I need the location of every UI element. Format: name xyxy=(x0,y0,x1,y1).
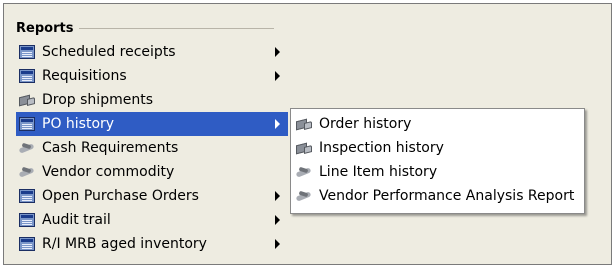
report-icon xyxy=(19,237,35,251)
po-history-submenu: Order history Inspection history Line It… xyxy=(290,108,585,214)
handshake-icon xyxy=(296,189,312,203)
reports-panel: Reports Scheduled receipts Requisitions … xyxy=(3,3,612,265)
submenu-arrow-icon xyxy=(275,215,280,225)
submenu-arrow-icon xyxy=(275,191,280,201)
reports-menu: Scheduled receipts Requisitions Drop shi… xyxy=(16,40,288,256)
menu-item-label: PO history xyxy=(42,116,115,132)
menu-item-label: Vendor commodity xyxy=(42,164,175,180)
menu-item-label: Cash Requirements xyxy=(42,140,179,156)
submenu-arrow-icon xyxy=(275,47,280,57)
handshake-icon xyxy=(296,165,312,179)
menu-item-scheduled-receipts[interactable]: Scheduled receipts xyxy=(16,40,288,64)
report-icon xyxy=(19,213,35,227)
submenu-item-label: Line Item history xyxy=(319,164,438,180)
menu-item-label: Drop shipments xyxy=(42,92,153,108)
menu-item-label: Requisitions xyxy=(42,68,127,84)
submenu-item-label: Order history xyxy=(319,116,412,132)
truck-icon xyxy=(296,117,312,131)
report-icon xyxy=(19,189,35,203)
handshake-icon xyxy=(19,141,35,155)
menu-item-drop-shipments[interactable]: Drop shipments xyxy=(16,88,288,112)
submenu-item-label: Vendor Performance Analysis Report xyxy=(319,188,575,204)
menu-item-ri-mrb-aged-inventory[interactable]: R/I MRB aged inventory xyxy=(16,232,288,256)
report-icon xyxy=(19,117,35,131)
submenu-arrow-icon xyxy=(275,239,280,249)
menu-item-label: Scheduled receipts xyxy=(42,44,176,60)
menu-item-audit-trail[interactable]: Audit trail xyxy=(16,208,288,232)
header-divider xyxy=(79,28,275,29)
menu-item-po-history[interactable]: PO history xyxy=(16,112,288,136)
menu-header: Reports xyxy=(16,21,275,36)
handshake-icon xyxy=(19,165,35,179)
submenu-item-order-history[interactable]: Order history xyxy=(291,112,584,136)
menu-item-label: Open Purchase Orders xyxy=(42,188,199,204)
menu-item-open-purchase-orders[interactable]: Open Purchase Orders xyxy=(16,184,288,208)
report-icon xyxy=(19,69,35,83)
submenu-item-line-item-history[interactable]: Line Item history xyxy=(291,160,584,184)
truck-icon xyxy=(296,141,312,155)
submenu-arrow-icon xyxy=(275,119,280,129)
menu-item-label: Audit trail xyxy=(42,212,111,228)
truck-icon xyxy=(19,93,35,107)
menu-item-cash-requirements[interactable]: Cash Requirements xyxy=(16,136,288,160)
menu-title: Reports xyxy=(16,21,74,36)
menu-item-requisitions[interactable]: Requisitions xyxy=(16,64,288,88)
submenu-item-label: Inspection history xyxy=(319,140,444,156)
submenu-item-vendor-performance-analysis-report[interactable]: Vendor Performance Analysis Report xyxy=(291,184,584,208)
menu-item-label: R/I MRB aged inventory xyxy=(42,236,207,252)
submenu-arrow-icon xyxy=(275,71,280,81)
submenu-item-inspection-history[interactable]: Inspection history xyxy=(291,136,584,160)
report-icon xyxy=(19,45,35,59)
menu-item-vendor-commodity[interactable]: Vendor commodity xyxy=(16,160,288,184)
